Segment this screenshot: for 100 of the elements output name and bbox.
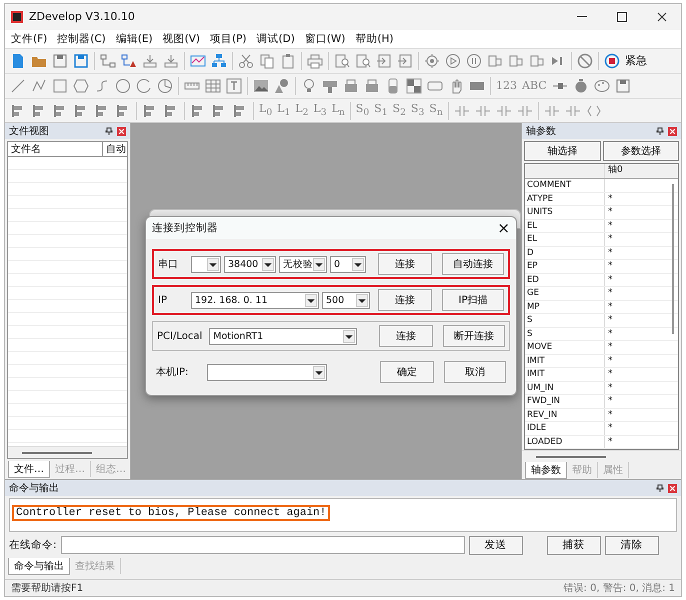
dialog-button[interactable]: 连接	[378, 253, 432, 276]
dialog-button[interactable]: 断开连接	[443, 325, 505, 348]
dialog-button[interactable]: 自动连接	[442, 253, 504, 276]
scrollbar[interactable]	[672, 184, 674, 334]
panel-button[interactable]: 参数选择	[602, 141, 679, 162]
caret-icon[interactable]	[262, 258, 274, 271]
arc-icon[interactable]	[136, 78, 152, 94]
column-header[interactable]: 文件名	[8, 142, 103, 156]
caret-icon[interactable]	[313, 258, 325, 271]
dropdown[interactable]: 0	[330, 256, 366, 273]
caret-icon[interactable]	[343, 330, 356, 343]
dialog-button[interactable]: IP扫描	[442, 289, 504, 312]
tab[interactable]: 命令与输出	[8, 558, 70, 576]
line-chart-icon[interactable]	[190, 52, 206, 69]
dropdown[interactable]: MotionRT1	[209, 328, 358, 345]
scrollbar[interactable]	[522, 450, 681, 462]
pin-icon[interactable]	[656, 484, 664, 492]
menu-item[interactable]: 项目(P)	[210, 32, 247, 46]
no-entry-icon[interactable]	[577, 52, 593, 69]
polyline-icon[interactable]	[31, 78, 47, 94]
menu-item[interactable]: 控制器(C)	[57, 32, 106, 46]
arrow-box-icon[interactable]	[397, 52, 413, 69]
stopwatch-icon[interactable]	[572, 78, 589, 94]
dropdown[interactable]: 192. 168. 0. 11	[191, 292, 319, 309]
parameter-value: *	[607, 206, 614, 219]
panel-title: 命令与输出	[9, 482, 60, 496]
shapes-icon[interactable]	[274, 78, 290, 94]
dropdown[interactable]: 38400	[224, 256, 276, 273]
dropdown[interactable]	[191, 256, 221, 273]
close-icon[interactable]	[657, 12, 667, 22]
play-icon[interactable]	[445, 52, 461, 69]
tab[interactable]: 轴参数	[525, 462, 567, 480]
parameter-name: S	[525, 328, 605, 340]
dialog-button[interactable]: 取消	[444, 361, 506, 384]
circle-icon[interactable]	[115, 78, 131, 94]
network-icon[interactable]	[100, 52, 116, 69]
download-icon[interactable]	[142, 52, 158, 69]
caret-icon[interactable]	[305, 294, 317, 307]
text-box-icon[interactable]	[226, 78, 242, 94]
parameter-value: *	[607, 436, 614, 448]
pie-icon[interactable]	[157, 78, 173, 94]
image-icon[interactable]	[253, 78, 269, 94]
scrollbar[interactable]	[8, 446, 127, 458]
line-icon[interactable]	[10, 78, 26, 94]
dropdown[interactable]: 无校验	[279, 256, 327, 273]
menu-item[interactable]: 文件(F)	[11, 32, 48, 46]
status-text: 需要帮助请按F1	[11, 582, 84, 596]
menu-item[interactable]: 帮助(H)	[355, 32, 394, 46]
dropdown[interactable]: 500	[322, 292, 370, 309]
document-icon[interactable]	[10, 52, 26, 69]
column-header[interactable]: 自动	[103, 142, 127, 156]
copy-icon[interactable]	[259, 52, 275, 69]
table-icon[interactable]	[205, 78, 221, 94]
output-button[interactable]: 清除	[604, 536, 659, 555]
clipboard-icon[interactable]	[280, 52, 296, 69]
checker-icon[interactable]	[406, 78, 422, 94]
network-warning-icon[interactable]	[121, 52, 137, 69]
tab[interactable]: 文件…	[8, 461, 50, 478]
hexagon-icon[interactable]	[73, 78, 89, 94]
palette-icon[interactable]	[594, 78, 610, 94]
document-search-icon[interactable]	[355, 52, 371, 69]
parameter-value: *	[607, 314, 614, 327]
output-button[interactable]: 捕获	[546, 536, 601, 555]
parameter-name: EL	[525, 233, 605, 246]
menu-item[interactable]: 调试(D)	[256, 32, 295, 46]
parameter-name: EP	[525, 260, 605, 273]
dialog-button[interactable]: 连接	[378, 289, 432, 312]
download-icon[interactable]	[163, 52, 179, 69]
menu-item[interactable]: 窗口(W)	[304, 32, 346, 46]
pin-icon[interactable]	[656, 127, 664, 136]
pause-icon[interactable]	[466, 52, 482, 69]
scissors-icon[interactable]	[238, 52, 254, 69]
light-bulb-icon[interactable]	[301, 78, 317, 94]
menu-item[interactable]: 视图(V)	[162, 32, 200, 46]
parameter-value: *	[607, 341, 614, 354]
stop-icon[interactable]	[604, 52, 620, 69]
parameter-value: *	[607, 395, 614, 408]
close-button[interactable]: ×	[497, 219, 510, 238]
parameter-name: GE	[525, 287, 605, 300]
target-icon[interactable]	[424, 52, 440, 69]
document-search-icon[interactable]	[334, 52, 350, 69]
maximize-icon[interactable]	[617, 12, 627, 22]
dialog-button[interactable]: 确定	[380, 361, 434, 384]
panel-button[interactable]: 轴选择	[524, 141, 600, 162]
minimize-icon[interactable]	[577, 16, 587, 18]
caret-icon[interactable]	[207, 258, 219, 271]
menu-item[interactable]: 编辑(E)	[116, 32, 153, 46]
emergency-stop-label[interactable]: 紧急	[625, 53, 647, 68]
pin-icon[interactable]	[105, 127, 113, 136]
square-icon[interactable]	[52, 78, 68, 94]
arrow-box-icon[interactable]	[376, 52, 392, 69]
dialog-button[interactable]: 连接	[379, 325, 433, 348]
output-button[interactable]: 发送	[468, 536, 523, 555]
hierarchy-icon[interactable]	[211, 52, 227, 69]
printer-icon[interactable]	[307, 52, 323, 69]
caret-icon[interactable]	[352, 258, 364, 271]
caret-icon[interactable]	[313, 366, 325, 379]
caret-icon[interactable]	[356, 294, 368, 307]
command-input[interactable]	[60, 536, 465, 554]
curve-icon[interactable]	[94, 78, 110, 94]
